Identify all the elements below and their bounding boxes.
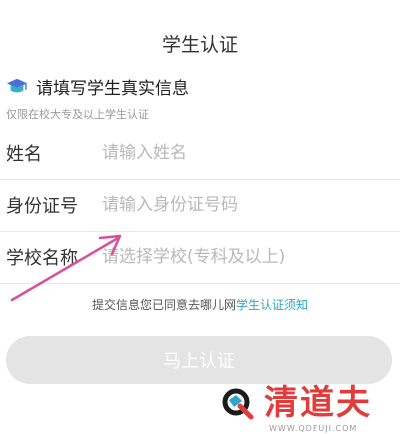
agreement-link[interactable]: 学生认证须知 [236, 298, 308, 312]
graduation-cap-icon [6, 78, 28, 92]
school-label: 学校名称 [6, 248, 78, 269]
name-label: 姓名 [6, 144, 42, 165]
name-input[interactable] [102, 136, 387, 170]
section-subtitle: 仅限在校大专及以上学生认证 [6, 108, 149, 121]
id-number-row: 身份证号 [0, 180, 400, 232]
watermark-url: WWW.QDFUJI.COM [269, 424, 358, 433]
id-number-input[interactable] [102, 188, 387, 222]
name-row: 姓名 [0, 128, 400, 180]
watermark: 清道夫 [220, 386, 372, 420]
watermark-brand: 清道夫 [264, 383, 372, 423]
section-title: 请填写学生真实信息 [36, 79, 189, 99]
section-header: 请填写学生真实信息 [6, 74, 189, 99]
q-logo-icon [222, 388, 254, 420]
divider [0, 283, 400, 284]
page-title: 学生认证 [161, 34, 238, 56]
school-row: 学校名称 [0, 232, 400, 284]
agreement-prefix: 提交信息您已同意去哪儿网 [91, 298, 236, 312]
submit-button[interactable]: 马上认证 [6, 336, 392, 384]
id-number-label: 身份证号 [6, 196, 78, 217]
school-select[interactable] [102, 240, 387, 274]
agreement-text: 提交信息您已同意去哪儿网学生认证须知 [0, 296, 400, 313]
